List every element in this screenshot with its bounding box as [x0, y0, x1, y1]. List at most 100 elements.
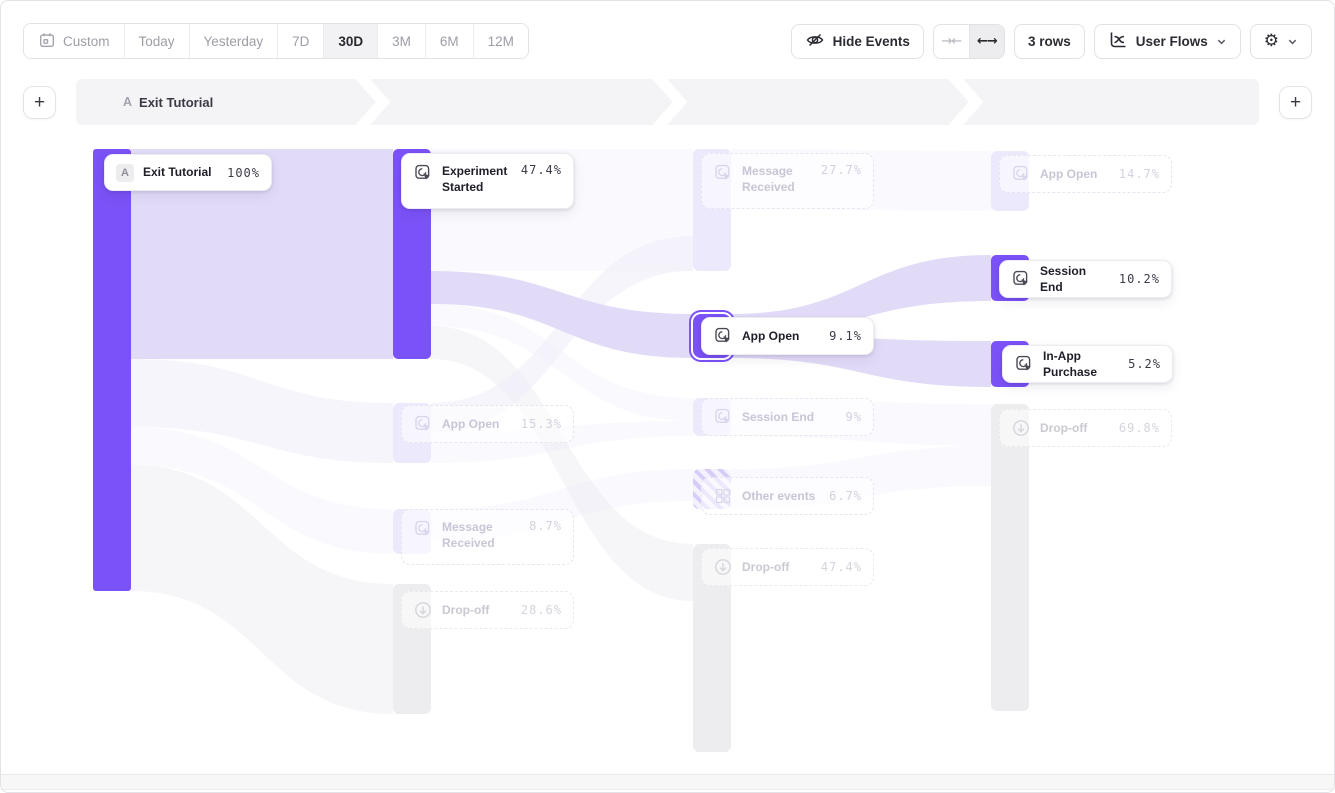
expand-width-button[interactable]: ←→	[969, 25, 1004, 58]
node-label: Drop-off	[1040, 420, 1087, 436]
flow-node-app-open-3[interactable]: App Open 9.1%	[701, 317, 874, 355]
rows-button[interactable]: 3 rows	[1014, 24, 1085, 59]
dropoff-icon	[1011, 418, 1031, 438]
flow-node-drop-off-3[interactable]: Drop-off47.4%	[701, 548, 874, 586]
expand-arrows-icon: ←→	[977, 34, 997, 49]
date-range-label: 6M	[440, 34, 459, 49]
step-segment-1[interactable]: AExit Tutorial	[76, 79, 372, 125]
hide-events-label: Hide Events	[833, 34, 910, 49]
dropoff-icon	[413, 600, 433, 620]
node-label: Other events	[742, 488, 815, 504]
node-percentage: 6.7%	[829, 489, 862, 503]
flow-node-exit-tutorial[interactable]: A Exit Tutorial 100%	[104, 154, 272, 191]
flow-node-message-received-2[interactable]: Message Received 8.7%	[401, 509, 574, 565]
calendar-icon	[38, 31, 56, 52]
date-range-12m[interactable]: 12M	[474, 24, 528, 58]
user-flows-app: Custom Today Yesterday 7D 30D 3M 6M 12M Hide Ev…	[0, 0, 1335, 793]
view-selector-label: User Flows	[1136, 34, 1208, 49]
flow-node-experiment-started-2[interactable]: Experiment Started47.4%	[401, 153, 574, 209]
node-label: App Open	[442, 416, 499, 432]
flow-link-experiment-started-2-to-app-open-3	[431, 271, 693, 358]
event-icon	[713, 163, 733, 183]
toolbar-right: Hide Events →← ←→ 3 rows	[791, 24, 1312, 59]
node-percentage: 10.2%	[1119, 272, 1160, 286]
date-range-label: 7D	[292, 34, 309, 49]
date-range-yesterday[interactable]: Yesterday	[190, 24, 279, 58]
event-icon	[413, 519, 433, 539]
flow-node-session-end-3[interactable]: Session End9%	[701, 398, 874, 436]
width-toggle-group: →← ←→	[933, 24, 1005, 59]
date-range-6m[interactable]: 6M	[426, 24, 474, 58]
flow-node-other-events-3[interactable]: Other events 6.7%	[701, 477, 874, 515]
node-label: Session End	[742, 409, 814, 425]
event-icon	[1011, 269, 1031, 289]
date-range-30d[interactable]: 30D	[324, 24, 378, 58]
event-icon	[713, 326, 733, 346]
flow-bar-exit-tutorial[interactable]	[93, 149, 131, 591]
node-percentage: 100%	[227, 166, 260, 180]
node-percentage: 9.1%	[829, 329, 862, 343]
step-segment-2[interactable]	[372, 79, 668, 125]
settings-dropdown[interactable]: ⚙	[1250, 24, 1312, 59]
flow-node-in-app-purchase-4[interactable]: In-App Purchase 5.2%	[1002, 345, 1173, 383]
collapse-width-button[interactable]: →←	[934, 25, 969, 58]
step-strip: AExit Tutorial	[76, 79, 1259, 125]
add-step-left-button[interactable]: +	[23, 86, 56, 119]
flow-ribbons	[1, 125, 1335, 776]
node-label: In-App Purchase	[1043, 348, 1119, 380]
flow-node-drop-off-4[interactable]: Drop-off 69.8%	[999, 409, 1172, 447]
flow-node-session-end-4[interactable]: Session End 10.2%	[999, 260, 1172, 298]
flow-node-drop-off-2[interactable]: Drop-off 28.6%	[401, 591, 574, 629]
date-range-3m[interactable]: 3M	[378, 24, 426, 58]
node-label: App Open	[742, 328, 799, 344]
flow-link-experiment-started-2-to-session-end-3	[431, 304, 693, 421]
date-range-label: Today	[139, 34, 175, 49]
view-selector-dropdown[interactable]: User Flows	[1094, 24, 1241, 59]
eye-off-icon	[805, 30, 825, 53]
step-segment-3[interactable]	[669, 79, 965, 125]
node-label: Drop-off	[442, 602, 489, 618]
flow-node-app-open-2[interactable]: App Open15.3%	[401, 405, 574, 443]
node-percentage: 27.7%	[821, 163, 862, 177]
hide-events-button[interactable]: Hide Events	[791, 24, 924, 59]
gear-icon: ⚙	[1264, 33, 1279, 50]
dropoff-icon	[713, 557, 733, 577]
node-percentage: 47.4%	[821, 560, 862, 574]
node-label: Experiment Started	[442, 163, 512, 195]
chevron-down-icon	[1216, 36, 1227, 47]
flow-bar-drop-off-4[interactable]	[991, 404, 1029, 711]
step-label: Exit Tutorial	[139, 95, 213, 110]
other-events-icon	[713, 486, 733, 506]
date-range-label: 12M	[488, 34, 514, 49]
node-label: Message Received	[442, 519, 520, 551]
node-percentage: 5.2%	[1128, 357, 1161, 371]
date-range-label: 3M	[392, 34, 411, 49]
node-badge: A	[116, 164, 134, 182]
flow-link-app-open-2-to-message-received-3	[431, 236, 693, 433]
date-range-today[interactable]: Today	[125, 24, 190, 58]
date-range-custom[interactable]: Custom	[24, 24, 125, 58]
date-range-label: Yesterday	[204, 34, 264, 49]
flow-link-exit-tutorial-to-app-open-2	[131, 359, 393, 463]
node-label: Session End	[1040, 263, 1110, 295]
node-percentage: 69.8%	[1119, 421, 1160, 435]
flow-node-app-open-4[interactable]: App Open14.7%	[999, 155, 1172, 193]
plus-icon: +	[34, 92, 45, 114]
node-label: Exit Tutorial	[143, 164, 211, 180]
date-range-7d[interactable]: 7D	[278, 24, 324, 58]
chevron-down-icon	[1287, 36, 1298, 47]
toolbar: Custom Today Yesterday 7D 30D 3M 6M 12M Hide Ev…	[23, 23, 1312, 59]
footer-bar	[1, 774, 1334, 790]
flow-canvas: AExit Tutorial100%Experiment Started47.4…	[1, 125, 1334, 774]
add-step-right-button[interactable]: +	[1279, 86, 1312, 119]
node-percentage: 14.7%	[1119, 167, 1160, 181]
flow-node-message-received-3[interactable]: Message Received27.7%	[701, 153, 874, 209]
flow-link-exit-tutorial-to-message-received-2	[131, 427, 393, 554]
user-flows-chart-icon	[1108, 30, 1128, 53]
plus-icon: +	[1290, 92, 1301, 114]
step-header-row: + AExit Tutorial +	[23, 79, 1312, 125]
step-segment-4[interactable]	[965, 79, 1259, 125]
node-percentage: 8.7%	[529, 519, 562, 533]
collapse-arrows-icon: →←	[942, 34, 962, 49]
node-percentage: 28.6%	[521, 603, 562, 617]
